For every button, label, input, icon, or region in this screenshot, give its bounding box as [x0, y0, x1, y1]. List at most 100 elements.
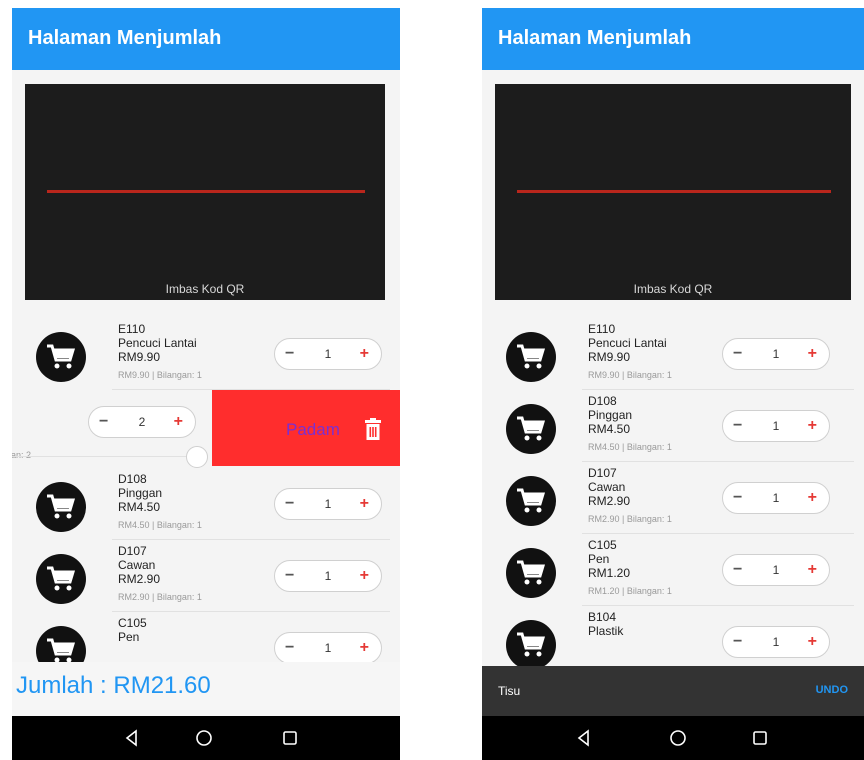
delete-label: Padam [286, 420, 340, 439]
quantity-stepper: − 1 + [274, 488, 382, 520]
item-subtotal: gan: 2 [12, 450, 32, 460]
qr-scanner-view[interactable]: Imbas Kod QR [25, 84, 385, 300]
qr-scanner-view[interactable]: Imbas Kod QR [495, 84, 851, 300]
item-info: C105 Pen RM1.20 RM1.20 | Bilangan: 1 [588, 538, 672, 598]
shopping-cart-icon [47, 344, 76, 369]
shopping-cart-icon [47, 566, 76, 591]
item-code: D107 [118, 544, 147, 558]
item-subtotal: RM4.50 | Bilangan: 1 [588, 442, 672, 452]
increment-button[interactable]: + [360, 639, 369, 657]
app-title: Halaman Menjumlah [28, 27, 222, 49]
increment-button[interactable]: + [808, 417, 817, 435]
list-item[interactable]: E110 Pencuci Lantai RM9.90 RM9.90 | Bila… [12, 318, 400, 390]
item-subtotal: RM9.90 | Bilangan: 1 [118, 370, 202, 380]
quantity-stepper: − 1 + [722, 626, 830, 658]
item-name: Plastik [588, 624, 624, 638]
swipe-handle[interactable] [186, 446, 208, 468]
avatar [506, 332, 556, 382]
item-code: E110 [118, 322, 146, 336]
item-name: Cawan [588, 480, 626, 494]
item-code: D108 [588, 394, 617, 408]
quantity-stepper: − 1 + [274, 632, 382, 664]
item-info: C105 Pen [118, 616, 147, 644]
recent-apps-icon[interactable] [750, 728, 770, 748]
avatar [506, 548, 556, 598]
item-info: D108 Pinggan RM4.50 RM4.50 | Bilangan: 1 [588, 394, 672, 454]
increment-button[interactable]: + [808, 489, 817, 507]
quantity-stepper: − 1 + [722, 410, 830, 442]
avatar [506, 404, 556, 454]
item-name: Pencuci Lantai [118, 336, 197, 350]
item-name: Pinggan [588, 408, 633, 422]
list-item[interactable]: D107 Cawan RM2.90 RM2.90 | Bilangan: 1 −… [482, 462, 864, 534]
quantity-stepper: − 1 + [722, 554, 830, 586]
item-price: RM2.90 [588, 494, 631, 508]
avatar [36, 554, 86, 604]
item-code: B104 [588, 610, 617, 624]
swiped-list-item[interactable]: − 2 + gan: 2 Padam [12, 390, 400, 470]
shopping-cart-icon [47, 494, 76, 519]
snackbar-message: Tisu [498, 684, 521, 698]
delete-button[interactable]: Padam [212, 390, 400, 466]
item-subtotal: RM2.90 | Bilangan: 1 [588, 514, 672, 524]
total-bar: Jumlah : RM21.60 [12, 662, 400, 716]
item-info: E110 Pencuci Lantai RM9.90 RM9.90 | Bila… [118, 322, 202, 382]
undo-snackbar: Tisu UNDO [482, 666, 864, 716]
item-subtotal: RM1.20 | Bilangan: 1 [588, 586, 672, 596]
increment-button[interactable]: + [360, 567, 369, 585]
quantity-stepper: − 1 + [722, 482, 830, 514]
undo-button[interactable]: UNDO [816, 684, 848, 696]
back-icon[interactable] [574, 728, 594, 748]
item-name: Pinggan [118, 486, 163, 500]
increment-button[interactable]: + [808, 633, 817, 651]
shopping-cart-icon [517, 488, 546, 513]
app-bar: Halaman Menjumlah [482, 8, 864, 70]
shopping-cart-icon [517, 344, 546, 369]
item-code: E110 [588, 322, 616, 336]
home-icon[interactable] [668, 728, 688, 748]
quantity-stepper: − 1 + [274, 560, 382, 592]
increment-button[interactable]: + [808, 561, 817, 579]
item-price: RM9.90 [588, 350, 631, 364]
item-info: E110 Pencuci Lantai RM9.90 RM9.90 | Bila… [588, 322, 672, 382]
shopping-cart-icon [517, 416, 546, 441]
scanner-label: Imbas Kod QR [633, 282, 713, 296]
list-item[interactable]: C105 Pen RM1.20 RM1.20 | Bilangan: 1 − 1… [482, 534, 864, 606]
item-price: RM9.90 [118, 350, 161, 364]
quantity-stepper: − 1 + [274, 338, 382, 370]
scan-line [47, 190, 365, 193]
item-price: RM2.90 [118, 572, 161, 586]
list-item[interactable]: E110 Pencuci Lantai RM9.90 RM9.90 | Bila… [482, 318, 864, 390]
increment-button[interactable]: + [360, 345, 369, 363]
screen-before-delete: Halaman Menjumlah Imbas Kod QR E110 Penc… [12, 8, 400, 760]
scan-line [517, 190, 831, 193]
recent-apps-icon[interactable] [280, 728, 300, 748]
item-code: C105 [118, 616, 147, 630]
list-item[interactable]: D108 Pinggan RM4.50 RM4.50 | Bilangan: 1… [12, 468, 400, 540]
item-price: RM4.50 [588, 422, 631, 436]
app-bar: Halaman Menjumlah [12, 8, 400, 70]
back-icon[interactable] [122, 728, 142, 748]
home-icon[interactable] [194, 728, 214, 748]
divider [12, 456, 188, 457]
list-item[interactable]: D108 Pinggan RM4.50 RM4.50 | Bilangan: 1… [482, 390, 864, 462]
avatar [36, 332, 86, 382]
item-subtotal: RM9.90 | Bilangan: 1 [588, 370, 672, 380]
trash-icon [365, 418, 381, 440]
shopping-cart-icon [517, 560, 546, 585]
list-item[interactable]: D107 Cawan RM2.90 RM2.90 | Bilangan: 1 −… [12, 540, 400, 612]
item-price: RM1.20 [588, 566, 631, 580]
item-info: B104 Plastik [588, 610, 623, 638]
item-info: D108 Pinggan RM4.50 RM4.50 | Bilangan: 1 [118, 472, 202, 532]
increment-button[interactable]: + [808, 345, 817, 363]
increment-button[interactable]: + [174, 413, 183, 431]
increment-button[interactable]: + [360, 495, 369, 513]
item-code: C105 [588, 538, 617, 552]
shopping-cart-icon [47, 638, 76, 663]
shopping-cart-icon [517, 632, 546, 657]
quantity-stepper: − 1 + [722, 338, 830, 370]
item-code: D107 [588, 466, 617, 480]
total-amount: Jumlah : RM21.60 [16, 672, 211, 699]
system-nav-bar [482, 716, 864, 760]
item-name: Pen [118, 630, 140, 644]
